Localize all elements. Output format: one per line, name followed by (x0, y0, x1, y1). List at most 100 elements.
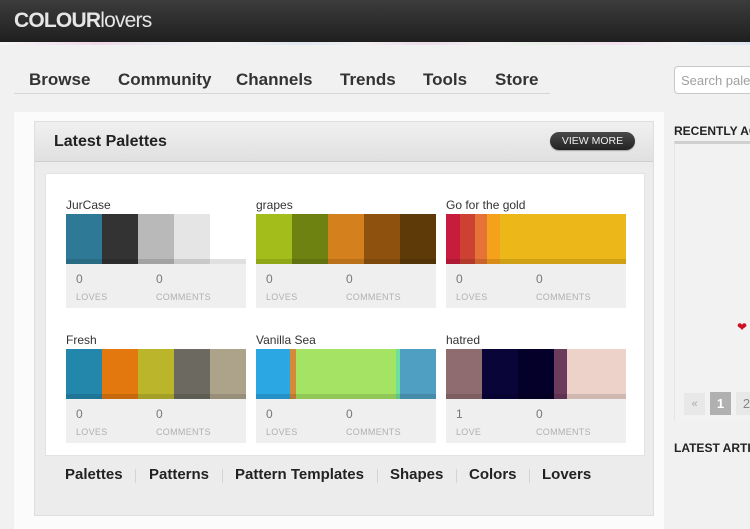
color-swatch[interactable] (138, 349, 174, 399)
palette-stats: 0 LOVES 0 COMMENTS (66, 264, 246, 308)
comments-label: COMMENTS (536, 427, 591, 437)
palette-stats: 0 LOVES 0 COMMENTS (66, 399, 246, 443)
loves-count: 0 (456, 272, 463, 286)
palette-card[interactable]: Fresh 0 LOVES 0 COMMENTS (66, 333, 247, 443)
palette-card[interactable]: JurCase 0 LOVES 0 COMMENTS (66, 198, 247, 308)
color-swatch[interactable] (500, 214, 626, 264)
pager-page-2[interactable]: 2 (736, 392, 750, 415)
palette-swatches[interactable] (256, 349, 436, 399)
color-swatch[interactable] (174, 214, 210, 264)
subnav-pattern-templates[interactable]: Pattern Templates (235, 466, 364, 483)
color-swatch[interactable] (102, 349, 138, 399)
color-swatch[interactable] (460, 214, 474, 264)
loves-count: 0 (76, 272, 83, 286)
palette-swatches[interactable] (446, 214, 626, 264)
color-swatch[interactable] (174, 349, 210, 399)
search-input[interactable] (674, 66, 750, 94)
color-swatch[interactable] (66, 349, 102, 399)
color-swatch[interactable] (138, 214, 174, 264)
color-swatch[interactable] (210, 214, 246, 264)
subnav-lovers[interactable]: Lovers (542, 466, 591, 483)
subnav-divider (135, 469, 136, 483)
logo-bold: COLOUR (14, 9, 100, 32)
color-swatch[interactable] (328, 214, 364, 264)
nav-trends[interactable]: Trends (340, 70, 396, 90)
color-swatch[interactable] (102, 214, 138, 264)
color-swatch[interactable] (554, 349, 567, 399)
logo-light: lovers (100, 9, 151, 32)
palette-swatches[interactable] (66, 214, 246, 264)
palette-swatches[interactable] (256, 214, 436, 264)
panel-header: Latest Palettes VIEW MORE (35, 122, 653, 162)
color-strip (0, 42, 750, 45)
palette-card[interactable]: grapes 0 LOVES 0 COMMENTS (256, 198, 437, 308)
color-swatch[interactable] (66, 214, 102, 264)
panel-title: Latest Palettes (54, 133, 167, 151)
color-swatch[interactable] (400, 349, 436, 399)
nav-community[interactable]: Community (118, 70, 212, 90)
comments-label: COMMENTS (346, 427, 401, 437)
comments-label: COMMENTS (156, 427, 211, 437)
nav-browse[interactable]: Browse (29, 70, 90, 90)
palette-stats: 0 LOVES 0 COMMENTS (446, 264, 626, 308)
logo[interactable]: COLOURlovers (14, 9, 151, 33)
subnav-divider (456, 469, 457, 483)
palette-swatches[interactable] (446, 349, 626, 399)
nav-tools[interactable]: Tools (423, 70, 467, 90)
color-swatch[interactable] (210, 349, 246, 399)
loves-label: LOVES (456, 292, 488, 302)
loves-label: LOVES (76, 427, 108, 437)
color-swatch[interactable] (364, 214, 400, 264)
color-swatch[interactable] (446, 349, 482, 399)
color-swatch[interactable] (482, 349, 518, 399)
palette-name[interactable]: hatred (446, 333, 627, 347)
pager-prev-button[interactable]: « (684, 393, 705, 415)
palette-card[interactable]: hatred 1 LOVE 0 COMMENTS (446, 333, 627, 443)
comments-count: 0 (156, 272, 163, 286)
palette-name[interactable]: JurCase (66, 198, 247, 212)
color-swatch[interactable] (256, 214, 292, 264)
comments-label: COMMENTS (346, 292, 401, 302)
loves-count: 1 (456, 407, 463, 421)
color-swatch[interactable] (567, 349, 626, 399)
palette-stats: 0 LOVES 0 COMMENTS (256, 264, 436, 308)
subnav-patterns[interactable]: Patterns (149, 466, 209, 483)
subnav-palettes[interactable]: Palettes (65, 466, 123, 483)
loves-label: LOVES (266, 427, 298, 437)
comments-count: 0 (536, 272, 543, 286)
nav-store[interactable]: Store (495, 70, 538, 90)
subnav-colors[interactable]: Colors (469, 466, 517, 483)
top-bar: COLOURlovers (0, 0, 750, 42)
color-swatch[interactable] (256, 349, 290, 399)
color-swatch[interactable] (446, 214, 460, 264)
loves-label: LOVES (76, 292, 108, 302)
comments-label: COMMENTS (536, 292, 591, 302)
color-swatch[interactable] (296, 349, 397, 399)
palette-stats: 0 LOVES 0 COMMENTS (256, 399, 436, 443)
palette-name[interactable]: Vanilla Sea (256, 333, 437, 347)
color-swatch[interactable] (475, 214, 488, 264)
palette-name[interactable]: Go for the gold (446, 198, 627, 212)
palette-stats: 1 LOVE 0 COMMENTS (446, 399, 626, 443)
palette-name[interactable]: Fresh (66, 333, 247, 347)
color-swatch[interactable] (292, 214, 328, 264)
main-nav: Browse Community Channels Trends Tools S… (14, 62, 550, 94)
view-more-button[interactable]: VIEW MORE (550, 132, 635, 150)
comments-label: COMMENTS (156, 292, 211, 302)
subnav-divider (529, 469, 530, 483)
latest-articles-title: LATEST ARTIC (674, 441, 750, 455)
palette-name[interactable]: grapes (256, 198, 437, 212)
latest-palettes-panel: Latest Palettes VIEW MORE JurCase 0 LOVE… (34, 121, 654, 516)
color-swatch[interactable] (518, 349, 554, 399)
color-swatch[interactable] (487, 214, 500, 264)
loves-count: 0 (266, 407, 273, 421)
color-swatch[interactable] (400, 214, 436, 264)
comments-count: 0 (536, 407, 543, 421)
palette-card[interactable]: Vanilla Sea 0 LOVES 0 COMMENTS (256, 333, 437, 443)
palette-card[interactable]: Go for the gold 0 LOVES 0 COMMENTS (446, 198, 627, 308)
nav-channels[interactable]: Channels (236, 70, 313, 90)
palette-grid: JurCase 0 LOVES 0 COMMENTS grapes 0 LOVE… (45, 173, 645, 456)
palette-swatches[interactable] (66, 349, 246, 399)
subnav-shapes[interactable]: Shapes (390, 466, 443, 483)
pager-page-1[interactable]: 1 (710, 392, 731, 415)
